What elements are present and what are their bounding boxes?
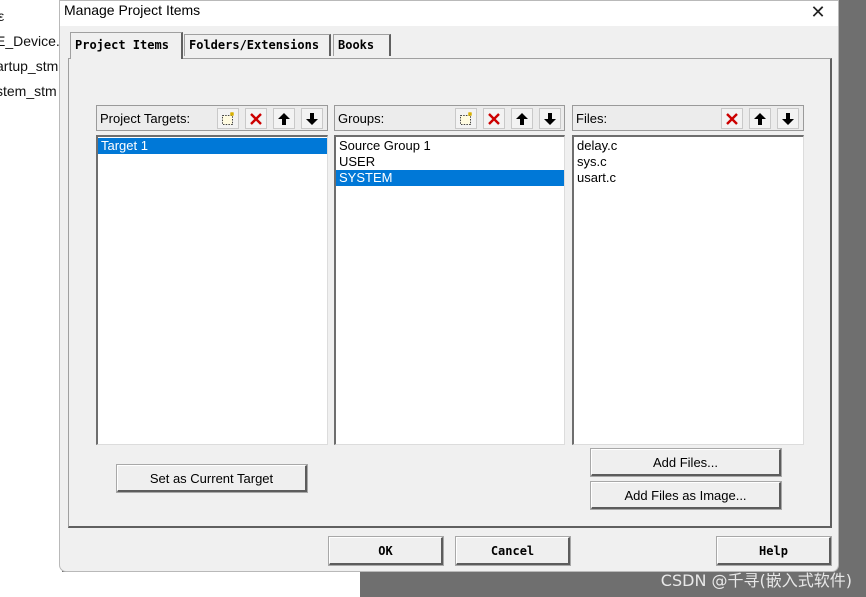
ok-button[interactable]: OK	[328, 536, 444, 566]
move-target-down-button[interactable]	[301, 108, 323, 129]
tab-project-items[interactable]: Project Items	[70, 32, 183, 59]
new-icon	[222, 111, 234, 125]
delete-group-button[interactable]	[483, 108, 505, 129]
tab-books[interactable]: Books	[333, 34, 391, 56]
add-files-as-image-button[interactable]: Add Files as Image...	[590, 481, 782, 510]
target-item[interactable]: Target 1	[98, 138, 327, 154]
groups-label: Groups:	[338, 111, 385, 126]
move-down-icon	[544, 112, 556, 125]
background-tree-item: artup_stm	[0, 58, 59, 74]
files-label: Files:	[576, 111, 608, 126]
move-up-icon	[278, 112, 290, 125]
files-header: Files:	[572, 105, 804, 131]
move-target-up-button[interactable]	[273, 108, 295, 129]
background-app-panel: ε E_Device. artup_stm stem_stm	[0, 0, 62, 597]
delete-icon	[488, 112, 500, 125]
delete-icon	[250, 112, 262, 125]
move-down-icon	[782, 112, 794, 125]
delete-file-button[interactable]	[721, 108, 743, 129]
move-down-icon	[306, 112, 318, 125]
file-item[interactable]: delay.c	[574, 138, 803, 154]
project-targets-label: Project Targets:	[100, 111, 191, 126]
group-item[interactable]: Source Group 1	[336, 138, 564, 154]
delete-icon	[726, 112, 738, 125]
tab-folders-extensions[interactable]: Folders/Extensions	[184, 34, 331, 56]
close-icon: ✕	[810, 1, 826, 22]
move-file-up-button[interactable]	[749, 108, 771, 129]
new-group-button[interactable]	[455, 108, 477, 129]
project-targets-header: Project Targets:	[96, 105, 328, 131]
help-button[interactable]: Help	[716, 536, 832, 566]
groups-header: Groups:	[334, 105, 565, 131]
project-targets-list[interactable]: Target 1	[96, 135, 328, 445]
dialog-title: Manage Project Items	[64, 2, 201, 18]
background-tree-item: ε	[0, 8, 5, 24]
files-list[interactable]: delay.c sys.c usart.c	[572, 135, 804, 445]
new-icon	[460, 111, 472, 125]
move-file-down-button[interactable]	[777, 108, 799, 129]
close-button[interactable]: ✕	[798, 1, 838, 23]
move-group-up-button[interactable]	[511, 108, 533, 129]
add-files-button[interactable]: Add Files...	[590, 448, 782, 477]
background-tree-item: stem_stm	[0, 83, 57, 99]
background-strip	[0, 572, 360, 597]
set-current-target-button[interactable]: Set as Current Target	[116, 464, 308, 493]
background-tree-item: E_Device.	[0, 33, 60, 49]
file-item[interactable]: sys.c	[574, 154, 803, 170]
groups-list[interactable]: Source Group 1 USER SYSTEM	[334, 135, 565, 445]
move-up-icon	[516, 112, 528, 125]
new-target-button[interactable]	[217, 108, 239, 129]
move-up-icon	[754, 112, 766, 125]
group-item[interactable]: SYSTEM	[336, 170, 564, 186]
file-item[interactable]: usart.c	[574, 170, 803, 186]
manage-project-items-dialog: Manage Project Items ✕ Project Items Fol…	[59, 0, 839, 572]
delete-target-button[interactable]	[245, 108, 267, 129]
cancel-button[interactable]: Cancel	[455, 536, 571, 566]
title-bar: Manage Project Items ✕	[60, 1, 838, 26]
group-item[interactable]: USER	[336, 154, 564, 170]
move-group-down-button[interactable]	[539, 108, 561, 129]
